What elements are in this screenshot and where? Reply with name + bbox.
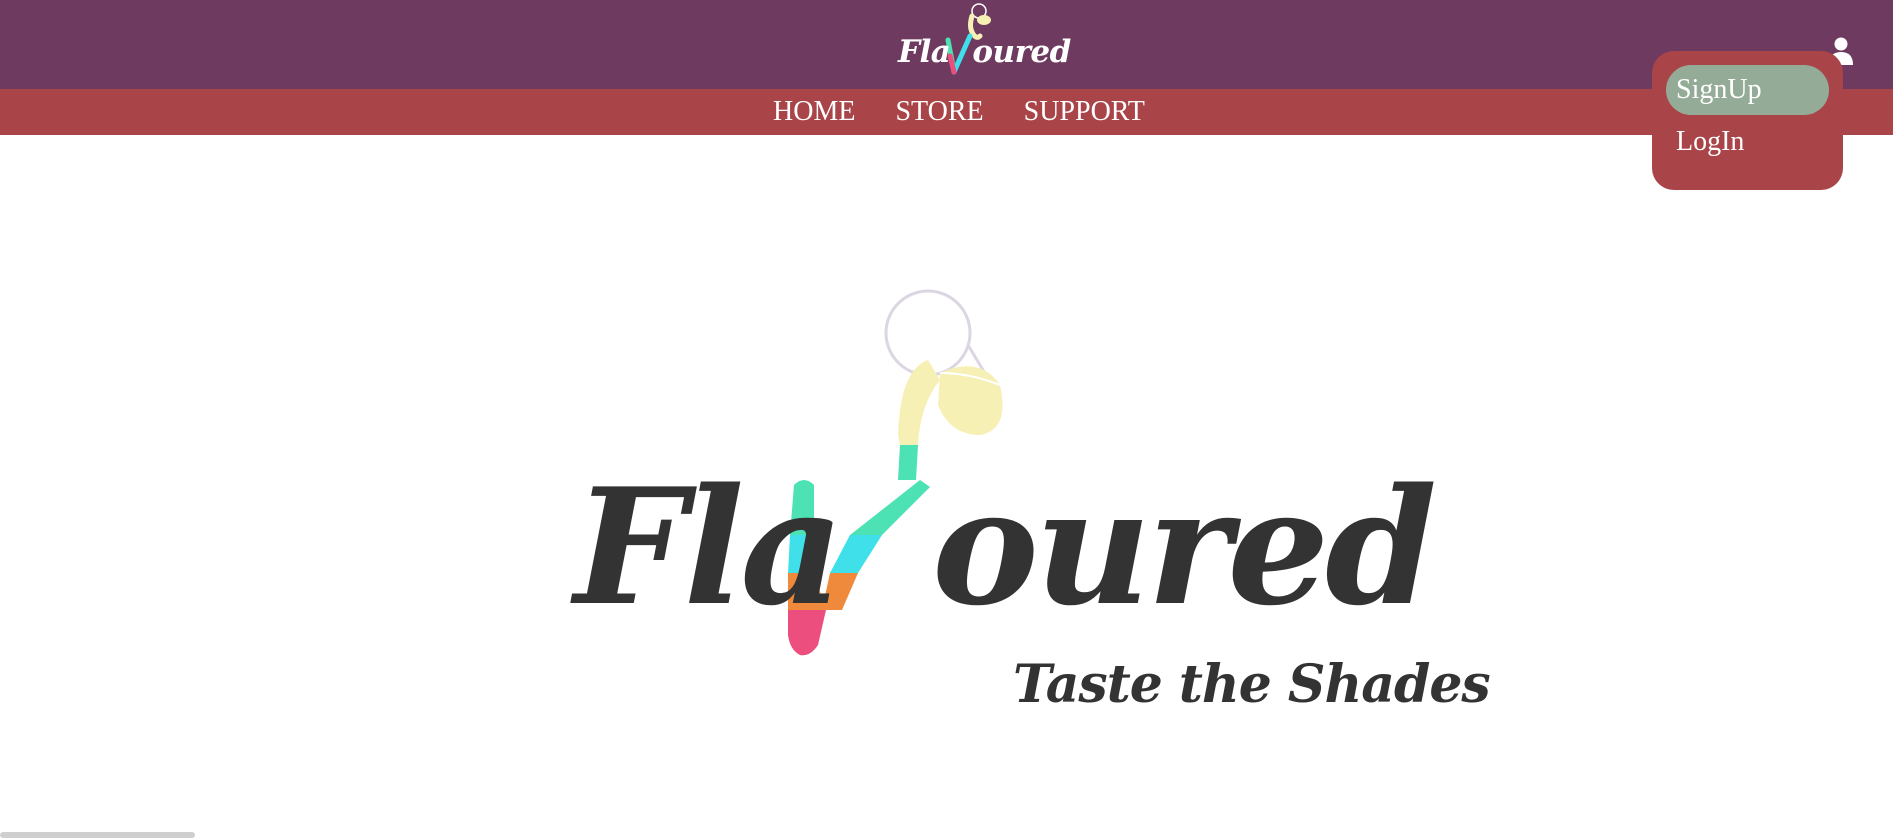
hero-logo: Fla oured Taste the Shades — [570, 285, 1491, 725]
nav-store[interactable]: STORE — [895, 89, 983, 135]
header-logo[interactable]: Fla oured — [898, 0, 1071, 80]
signup-button[interactable]: SignUp — [1666, 65, 1829, 115]
account-dropdown: SignUp LogIn — [1652, 51, 1843, 190]
hero-tagline: Taste the Shades — [1013, 654, 1491, 715]
nav-items: HOME STORE SUPPORT — [773, 89, 1145, 135]
nav-support[interactable]: SUPPORT — [1024, 89, 1145, 135]
horizontal-scrollbar[interactable] — [0, 832, 195, 838]
login-button[interactable]: LogIn — [1666, 117, 1829, 167]
hero-brand-name: Fla oured — [574, 453, 1437, 641]
nav-home[interactable]: HOME — [773, 89, 855, 135]
header-brand-name: Fla oured — [898, 34, 1071, 70]
top-header-bar: Fla oured — [0, 0, 1893, 89]
main-nav: HOME STORE SUPPORT — [0, 89, 1893, 135]
page: Fla oured HOME STORE SUPPORT SignUp LogIn — [0, 0, 1893, 838]
